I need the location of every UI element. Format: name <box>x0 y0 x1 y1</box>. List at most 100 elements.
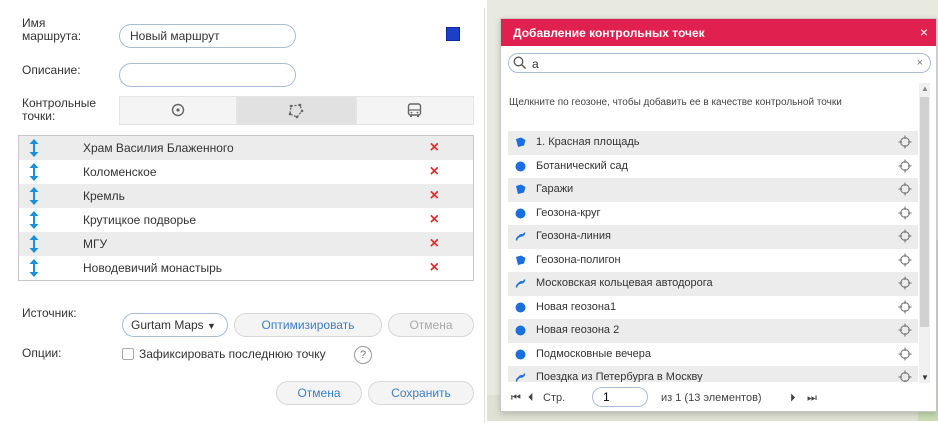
geofence-name: Московская кольцевая автодорога <box>536 277 713 289</box>
delete-icon[interactable]: × <box>430 236 439 252</box>
checkpoint-name: Крутицкое подворье <box>83 213 197 227</box>
delete-icon[interactable]: × <box>430 188 439 204</box>
source-select-value: Gurtam Maps <box>131 318 204 332</box>
crosshair-icon[interactable] <box>898 323 912 337</box>
close-icon[interactable]: × <box>920 24 928 40</box>
fix-last-point-label[interactable]: Зафиксировать последнюю точку <box>139 348 326 361</box>
last-page-icon[interactable]: ⏭ <box>807 392 817 405</box>
tab-point[interactable] <box>119 96 238 125</box>
geofence-name: Новая геозона1 <box>536 300 617 313</box>
geofence-row[interactable]: Ботанический сад <box>508 154 918 178</box>
crosshair-icon[interactable] <box>898 253 912 267</box>
drag-handle-icon[interactable] <box>28 186 40 206</box>
crosshair-icon[interactable] <box>898 182 912 196</box>
tab-units[interactable] <box>355 96 474 125</box>
geofence-row[interactable]: 1. Красная площадь <box>508 131 918 155</box>
drag-handle-icon[interactable] <box>28 258 40 278</box>
drag-handle-icon[interactable] <box>28 234 40 254</box>
line-geofence-icon <box>515 279 526 288</box>
crosshair-icon[interactable] <box>898 159 912 173</box>
geofence-name: Новая геозона 2 <box>536 324 620 336</box>
page-input[interactable] <box>592 387 648 407</box>
geofence-name: Гаражи <box>536 183 574 195</box>
delete-icon[interactable]: × <box>430 140 439 156</box>
source-select[interactable]: Gurtam Maps ▼ <box>122 313 228 337</box>
next-page-icon[interactable]: ⏵ <box>790 392 796 405</box>
checkpoint-name: МГУ <box>83 237 108 251</box>
scroll-down-icon[interactable]: ▼ <box>921 373 929 382</box>
fix-last-point-checkbox[interactable] <box>122 348 134 360</box>
clear-search-icon[interactable]: × <box>917 57 923 69</box>
geofence-name: Подмосковные вечера <box>536 347 651 360</box>
geofence-row[interactable]: Гаражи <box>508 178 918 202</box>
checkpoint-row[interactable]: Кремль × <box>19 184 473 208</box>
crosshair-icon[interactable] <box>898 370 912 382</box>
geofence-row[interactable]: Новая геозона1 <box>508 295 918 319</box>
search-input[interactable]: а <box>532 57 539 71</box>
optimize-button[interactable]: Оптимизировать <box>234 313 382 337</box>
geofence-name: Геозона-полигон <box>536 253 621 266</box>
scroll-up-icon[interactable]: ▲ <box>921 84 929 93</box>
circle-geofence-icon <box>515 208 526 218</box>
description-label: Описание: <box>22 63 81 77</box>
save-button[interactable]: Сохранить <box>368 381 474 405</box>
geofence-row[interactable]: Геозона-полигон <box>508 248 918 272</box>
crosshair-icon[interactable] <box>898 229 912 243</box>
geofence-row[interactable]: Московская кольцевая автодорога <box>508 272 918 296</box>
checkpoint-row[interactable]: Храм Василия Блаженного × <box>19 136 473 160</box>
polygon-geofence-icon <box>516 184 526 194</box>
options-label: Опции: <box>22 346 62 360</box>
crosshair-icon[interactable] <box>898 135 912 149</box>
list-scrollbar[interactable]: ▲ ▼ <box>919 83 930 383</box>
checkpoint-name: Кремль <box>83 189 125 203</box>
circle-geofence-icon <box>515 161 526 171</box>
checkpoint-name: Храм Василия Блаженного <box>83 141 234 155</box>
geofence-row[interactable]: Поездка из Петербурга в Москву <box>508 366 918 382</box>
dialog-hint: Щелкните по геозоне, чтобы добавить ее в… <box>509 97 842 108</box>
cancel-button[interactable]: Отмена <box>276 381 362 405</box>
checkpoints-label: Контрольные точки: <box>22 96 97 123</box>
pager: ⏮ ⏴ Стр. из 1 (13 элементов) ⏵ ⏭ <box>501 383 936 413</box>
drag-handle-icon[interactable] <box>28 162 40 182</box>
circle-geofence-icon <box>515 302 526 312</box>
crosshair-icon[interactable] <box>898 300 912 314</box>
geofence-row[interactable]: Геозона-линия <box>508 225 918 249</box>
page-count-label: из 1 (13 элементов) <box>661 392 762 404</box>
delete-icon[interactable]: × <box>430 212 439 228</box>
route-name-input[interactable] <box>119 24 296 48</box>
geofence-row[interactable]: Новая геозона 2 <box>508 319 918 343</box>
dialog-header: Добавление контрольных точек × <box>501 19 936 46</box>
checkpoint-row[interactable]: МГУ × <box>19 232 473 256</box>
drag-handle-icon[interactable] <box>28 210 40 230</box>
line-geofence-icon <box>515 232 526 241</box>
crosshair-icon[interactable] <box>898 206 912 220</box>
polygon-geofence-icon <box>516 255 526 265</box>
drag-handle-icon[interactable] <box>28 138 40 158</box>
search-icon <box>513 56 526 69</box>
tab-geofence[interactable] <box>237 96 356 125</box>
delete-icon[interactable]: × <box>430 164 439 180</box>
source-label: Источник: <box>22 306 77 320</box>
checkpoint-list: Храм Василия Блаженного × Коломенское × Крем… <box>18 135 474 281</box>
prev-page-icon[interactable]: ⏴ <box>528 392 534 405</box>
checkpoint-row[interactable]: Новодевичий монастырь × <box>19 256 473 280</box>
delete-icon[interactable]: × <box>430 260 439 276</box>
geofence-icon <box>289 103 304 118</box>
dialog-title: Добавление контрольных точек <box>513 26 705 40</box>
crosshair-icon[interactable] <box>898 347 912 361</box>
help-icon[interactable]: ? <box>354 346 372 364</box>
crosshair-icon[interactable] <box>898 276 912 290</box>
geofence-name: Поездка из Петербурга в Москву <box>536 371 703 382</box>
checkpoint-row[interactable]: Крутицкое подворье × <box>19 208 473 232</box>
point-icon <box>171 103 185 116</box>
geofence-search[interactable]: а × <box>508 53 931 73</box>
route-color-swatch[interactable] <box>446 27 460 41</box>
geofence-row[interactable]: Геозона-круг <box>508 201 918 225</box>
scrollbar-thumb[interactable] <box>920 97 929 327</box>
source-cancel-button[interactable]: Отмена <box>388 313 474 337</box>
description-input[interactable] <box>119 63 296 87</box>
geofence-row[interactable]: Подмосковные вечера <box>508 342 918 366</box>
first-page-icon[interactable]: ⏮ <box>511 392 521 405</box>
checkpoint-row[interactable]: Коломенское × <box>19 160 473 184</box>
checkpoint-name: Новодевичий монастырь <box>83 261 223 275</box>
